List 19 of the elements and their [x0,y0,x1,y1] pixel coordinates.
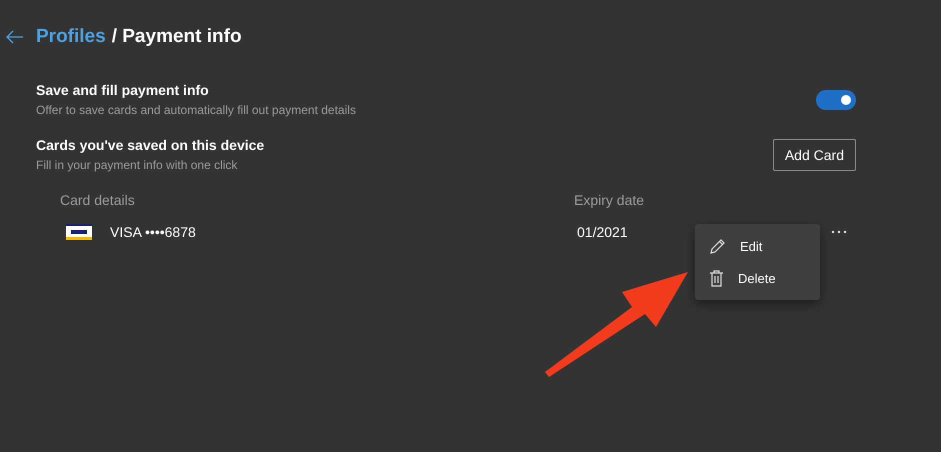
page-title: / Payment info [112,26,242,48]
section-description: Fill in your payment info with one click [36,158,238,172]
column-header: Card details [60,192,136,208]
back-arrow-icon[interactable] [6,30,24,44]
toggle-switch[interactable] [816,90,856,110]
setting-description: Offer to save cards and automatically fill out payment details [36,103,356,117]
add-card-button[interactable]: Add Card [772,138,856,170]
expiry-date: 01/2021 [577,224,628,240]
profiles-link[interactable]: Profiles [36,26,106,48]
menu-item[interactable]: Edit [695,230,820,262]
menu-item[interactable]: Delete [695,262,820,294]
trash-icon [709,270,724,286]
visa-card-icon [66,224,92,240]
more-options-icon[interactable] [831,230,847,234]
section-title: Cards you've saved on this device [36,137,264,153]
card-number: VISA ••••6878 [110,224,196,240]
setting-title: Save and fill payment info [36,82,210,98]
pencil-icon [709,238,726,254]
column-header: Expiry date [574,192,646,208]
